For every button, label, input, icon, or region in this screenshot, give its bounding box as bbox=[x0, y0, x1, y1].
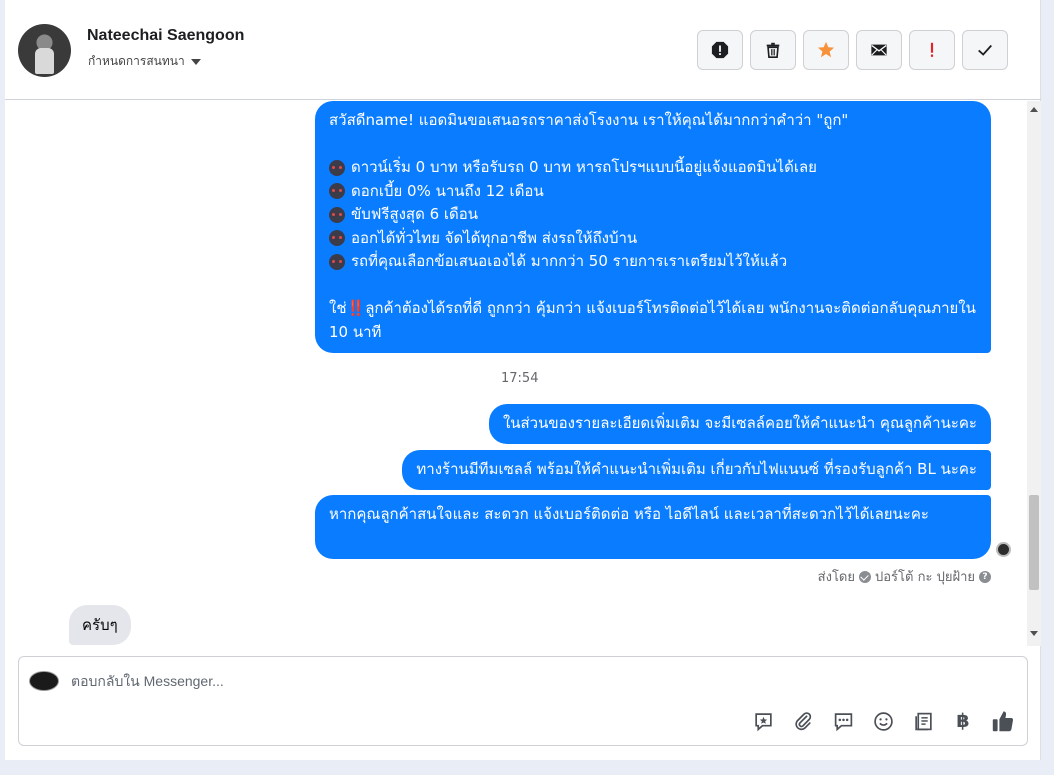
delete-button[interactable] bbox=[750, 30, 796, 70]
check-icon bbox=[978, 44, 992, 56]
car-emoji-icon bbox=[329, 230, 345, 247]
promo-item: ดาวน์เริ่ม 0 บาท หรือรับรถ 0 บาท หารถโปร… bbox=[329, 156, 977, 180]
scroll-thumb[interactable] bbox=[1029, 495, 1039, 590]
sent-by-label: ส่งโดย bbox=[817, 570, 855, 585]
promo-closing: ใช่‼️ลูกค้าต้องได้รถที่ดี ถูกกว่า คุ้มกว… bbox=[329, 299, 976, 341]
envelope-icon bbox=[871, 44, 887, 56]
page-avatar bbox=[29, 671, 59, 691]
star-button[interactable] bbox=[803, 30, 849, 70]
composer-tools: ฿ bbox=[751, 709, 1015, 733]
mark-unread-button[interactable] bbox=[856, 30, 902, 70]
exclamation-icon bbox=[930, 42, 934, 57]
attachment-button[interactable] bbox=[791, 709, 815, 733]
scroll-up-arrow-icon[interactable] bbox=[1030, 107, 1038, 112]
car-emoji-icon bbox=[329, 159, 345, 176]
promo-item: ขับฟรีสูงสุด 6 เดือน bbox=[329, 203, 977, 227]
verified-check-icon bbox=[859, 570, 871, 583]
outgoing-message-promo[interactable]: สวัสดีname! แอดมินขอเสนอรถราคาส่งโรงงาน … bbox=[315, 101, 991, 353]
done-button[interactable] bbox=[962, 30, 1008, 70]
quick-reply-button[interactable] bbox=[831, 709, 855, 733]
thread-scrollbar[interactable] bbox=[1027, 101, 1041, 646]
thumbs-up-icon bbox=[992, 711, 1014, 732]
spam-button[interactable] bbox=[697, 30, 743, 70]
follow-up-button[interactable] bbox=[909, 30, 955, 70]
caret-down-icon bbox=[190, 58, 201, 65]
emoji-icon bbox=[873, 711, 893, 731]
message-thread[interactable]: สวัสดีname! แอดมินขอเสนอรถราคาส่งโรงงาน … bbox=[5, 101, 1027, 646]
chat-bubble-icon bbox=[834, 712, 852, 731]
contact-avatar[interactable] bbox=[18, 24, 71, 77]
attachment-icon bbox=[794, 711, 811, 730]
promo-item: ออกได้ทั่วไทย จัดได้ทุกอาชีพ ส่งรถให้ถึง… bbox=[329, 227, 977, 251]
exclamation-octagon-icon bbox=[711, 41, 729, 59]
conversation-header: Nateechai Saengoon กำหนดการสนทนา bbox=[5, 0, 1041, 100]
template-button[interactable] bbox=[911, 709, 935, 733]
promo-item: รถที่คุณเลือกข้อเสนอเองได้ มากกว่า 50 รา… bbox=[329, 250, 977, 274]
promo-greeting: สวัสดีname! แอดมินขอเสนอรถราคาส่งโรงงาน … bbox=[329, 111, 849, 129]
conversation-panel: Nateechai Saengoon กำหนดการสนทนา สวัสดีn… bbox=[5, 0, 1041, 760]
saved-reply-icon bbox=[754, 712, 772, 731]
car-emoji-icon bbox=[329, 253, 345, 270]
payment-button[interactable]: ฿ bbox=[951, 709, 975, 733]
schedule-label: กำหนดการสนทนา bbox=[88, 54, 185, 68]
car-emoji-icon bbox=[329, 206, 345, 223]
like-button[interactable] bbox=[991, 709, 1015, 733]
saved-reply-button[interactable] bbox=[751, 709, 775, 733]
star-icon bbox=[817, 41, 835, 58]
sent-by-line: ส่งโดย ปอร์โต้ กะ ปุยฝ้าย ? bbox=[818, 566, 991, 587]
outgoing-message[interactable]: หากคุณลูกค้าสนใจและ สะดวก แจ้งเบอร์ติดต่… bbox=[315, 495, 991, 559]
outgoing-message[interactable]: ในส่วนของรายละเอียดเพิ่มเติม จะมีเซลล์คอ… bbox=[488, 404, 991, 444]
help-icon[interactable]: ? bbox=[979, 570, 991, 583]
message-timestamp: 17:54 bbox=[501, 371, 539, 386]
car-emoji-icon bbox=[329, 183, 345, 200]
incoming-message[interactable]: ครับๆ bbox=[69, 605, 131, 645]
reply-input[interactable] bbox=[71, 673, 671, 689]
document-icon bbox=[914, 712, 932, 730]
outgoing-message[interactable]: ทางร้านมีทีมเซลล์ พร้อมให้คำแนะนำเพิ่มเต… bbox=[402, 450, 991, 490]
sender-name: ปอร์โต้ กะ ปุยฝ้าย bbox=[875, 570, 975, 585]
promo-item: ดอกเบี้ย 0% นานถึง 12 เดือน bbox=[329, 180, 977, 204]
baht-icon: ฿ bbox=[956, 710, 970, 732]
header-actions bbox=[697, 30, 1008, 70]
double-exclamation-icon: ‼️ bbox=[346, 299, 366, 317]
trash-icon bbox=[766, 42, 780, 59]
conversation-schedule-dropdown[interactable]: กำหนดการสนทนา bbox=[88, 52, 201, 71]
reply-composer: ฿ bbox=[18, 656, 1028, 746]
seen-indicator-avatar bbox=[996, 542, 1011, 557]
scroll-down-arrow-icon[interactable] bbox=[1030, 631, 1038, 636]
contact-name[interactable]: Nateechai Saengoon bbox=[87, 27, 244, 45]
emoji-button[interactable] bbox=[871, 709, 895, 733]
